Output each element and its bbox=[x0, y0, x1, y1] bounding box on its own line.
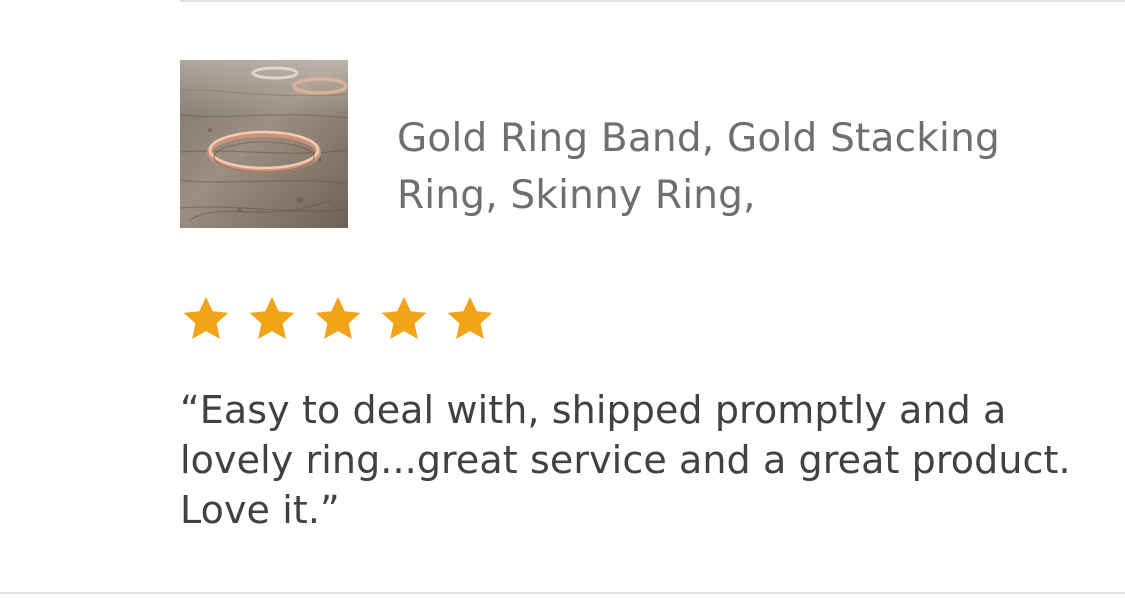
star-shape bbox=[315, 296, 361, 339]
star-icon bbox=[381, 296, 427, 339]
top-divider bbox=[180, 0, 1125, 2]
star-shape bbox=[183, 296, 229, 339]
product-thumbnail-image[interactable] bbox=[180, 60, 348, 228]
star-icon bbox=[315, 296, 361, 339]
star-shape bbox=[249, 296, 295, 339]
product-title[interactable]: Gold Ring Band, Gold Stacking Ring, Skin… bbox=[397, 110, 1037, 224]
bottom-divider bbox=[0, 592, 1125, 594]
star-shape bbox=[381, 296, 427, 339]
star-icon bbox=[249, 296, 295, 339]
star-icon bbox=[183, 296, 229, 339]
star-shape bbox=[447, 296, 493, 339]
review-quote: “Easy to deal with, shipped promptly and… bbox=[180, 388, 1071, 532]
star-rating bbox=[180, 293, 496, 345]
star-icon bbox=[447, 296, 493, 339]
